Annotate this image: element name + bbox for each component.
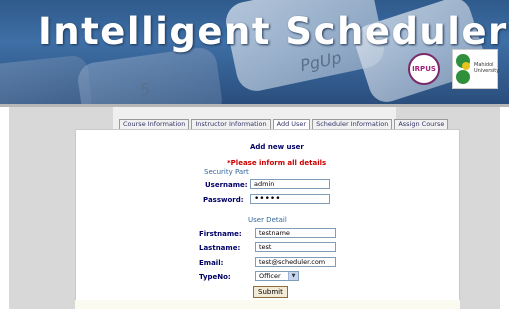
password-input[interactable]: •••••: [250, 194, 330, 204]
username-input[interactable]: admin: [250, 179, 330, 189]
typeno-select[interactable]: Officer ▼: [255, 271, 299, 281]
app-title: Intelligent Scheduler: [38, 10, 508, 53]
firstname-input[interactable]: testname: [255, 228, 336, 238]
form-warning: *Please inform all details: [227, 159, 327, 167]
firstname-label: Firstname:: [199, 230, 242, 238]
lastname-input[interactable]: test: [255, 242, 336, 252]
email-input[interactable]: test@scheduler.com: [255, 257, 336, 267]
username-label: Username:: [205, 181, 248, 189]
form-heading: Add new user: [250, 143, 304, 151]
typeno-selected-value: Officer: [259, 272, 281, 280]
user-detail-section-title: User Detail: [248, 216, 287, 224]
header-banner: PgUp 5 Intelligent Scheduler IRPUS Mahid…: [0, 0, 509, 104]
chevron-down-icon[interactable]: ▼: [288, 272, 298, 280]
security-section-title: Security Part: [204, 168, 249, 176]
mahidol-university-logo: Mahidol University: [452, 49, 499, 89]
typeno-label: TypeNo:: [199, 273, 231, 281]
submit-button[interactable]: Submit: [253, 286, 288, 298]
email-label: Email:: [199, 259, 224, 267]
lastname-label: Lastname:: [199, 244, 241, 252]
password-label: Password:: [203, 196, 244, 204]
irpus-logo: IRPUS: [408, 53, 440, 85]
panel-footer: [75, 300, 460, 309]
